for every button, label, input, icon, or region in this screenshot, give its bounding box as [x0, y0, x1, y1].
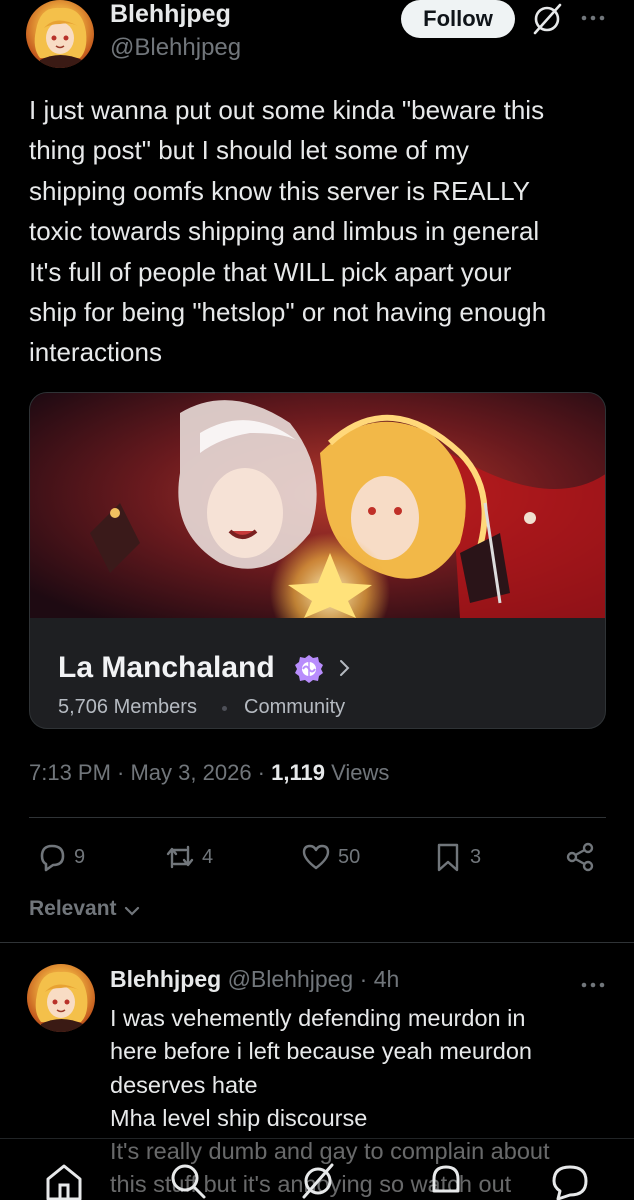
share-icon [566, 842, 594, 872]
grok-icon[interactable] [530, 2, 564, 36]
divider [0, 942, 634, 943]
views-count: 1,119 [271, 760, 325, 785]
server-type: Community [244, 696, 346, 718]
notifications-icon[interactable] [424, 1159, 468, 1200]
more-icon[interactable] [580, 8, 606, 28]
chevron-right-icon [340, 660, 350, 676]
reply-author-handle[interactable]: @Blehhjpeg [228, 966, 354, 992]
reply-icon [40, 844, 65, 872]
reply-count: 9 [74, 845, 86, 868]
reply-timestamp[interactable]: 4h [374, 966, 400, 992]
repost-count: 4 [202, 845, 214, 868]
post-timestamp[interactable]: 7:13 PM · May 3, 2026 · [29, 760, 271, 785]
bookmark-button[interactable]: 3 [432, 840, 481, 874]
bookmark-count: 3 [470, 845, 482, 868]
avatar-art [34, 7, 87, 68]
avatar-art [35, 971, 88, 1032]
bookmark-icon [437, 843, 459, 872]
repost-button[interactable]: 4 [164, 840, 213, 874]
grok-icon[interactable] [296, 1159, 340, 1200]
more-icon[interactable] [580, 975, 606, 995]
author-avatar[interactable] [26, 0, 94, 68]
post-meta: 7:13 PM · May 3, 2026 · 1,119 Views [29, 760, 389, 786]
reply-button[interactable]: 9 [36, 840, 85, 874]
reply-author-name[interactable]: Blehhjpeg [110, 966, 221, 992]
like-count: 50 [338, 845, 361, 868]
share-button[interactable] [564, 840, 596, 874]
follow-button[interactable]: Follow [401, 0, 515, 38]
reply-author-avatar[interactable] [27, 964, 95, 1032]
views-label: Views [324, 760, 390, 785]
author-handle[interactable]: @Blehhjpeg [110, 34, 241, 62]
separator-dot [222, 706, 227, 711]
repost-icon [166, 845, 194, 869]
bottom-nav-bar [0, 1138, 634, 1200]
chevron-down-icon[interactable] [124, 905, 140, 917]
author-name[interactable]: Blehhjpeg [110, 0, 231, 29]
server-banner-image [30, 393, 605, 618]
like-icon [302, 844, 330, 870]
divider [29, 817, 606, 818]
search-icon[interactable] [166, 1159, 210, 1200]
sort-dropdown[interactable]: Relevant [29, 897, 117, 921]
server-invite-card[interactable]: La Manchaland 5,706 Members Community [29, 392, 606, 729]
messages-icon[interactable] [548, 1159, 592, 1200]
home-icon[interactable] [42, 1159, 86, 1200]
member-count: 5,706 Members [58, 696, 197, 718]
reply-header: Blehhjpeg @Blehhjpeg · 4h [110, 966, 399, 993]
like-button[interactable]: 50 [300, 840, 360, 874]
verified-icon [295, 655, 323, 683]
server-name[interactable]: La Manchaland [58, 651, 275, 685]
reply-separator: · [353, 966, 374, 992]
post-text: I just wanna put out some kinda "beware … [29, 95, 547, 368]
